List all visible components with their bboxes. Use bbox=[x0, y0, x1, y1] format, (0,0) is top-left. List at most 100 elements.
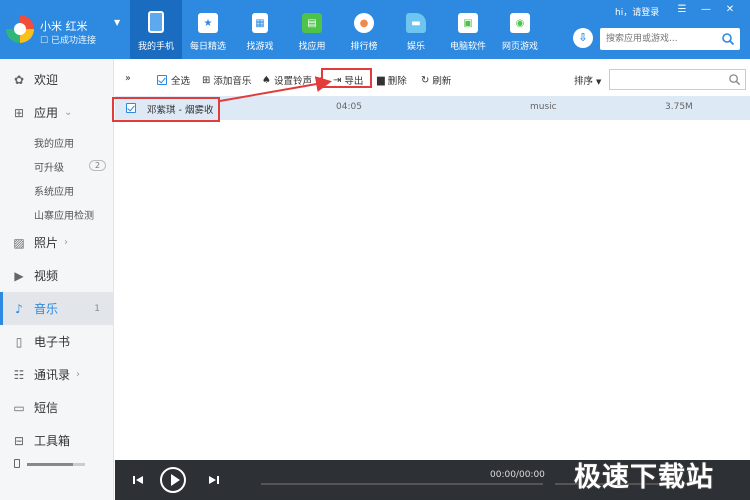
music-note-icon: ♪ bbox=[15, 301, 23, 316]
minimize-icon[interactable]: — bbox=[696, 3, 716, 17]
search-icon[interactable] bbox=[721, 32, 735, 46]
tab-rankings[interactable]: ● 排行榜 bbox=[338, 0, 390, 59]
connected-icon: ☐ bbox=[40, 36, 51, 46]
device-switcher[interactable]: 小米 红米 ☐ 已成功连接 ▼ bbox=[6, 10, 131, 50]
search-icon[interactable] bbox=[728, 73, 741, 86]
sidebar-item-music[interactable]: ♪ 音乐 1 bbox=[0, 292, 114, 325]
sidebar-item-welcome[interactable]: ✿ 欢迎 bbox=[0, 63, 114, 96]
sidebar-item-system-apps[interactable]: 系统应用 bbox=[34, 183, 74, 198]
track-type: music bbox=[530, 102, 557, 112]
refresh-label: 刷新 bbox=[432, 76, 452, 87]
expand-button[interactable]: » bbox=[125, 73, 131, 84]
sidebar-item-label: 应用 bbox=[34, 106, 59, 120]
bag-icon: ▤ bbox=[302, 13, 322, 33]
grid-icon: ⊞ bbox=[13, 105, 25, 120]
set-ringtone-button[interactable]: ♠ 设置铃声 ▼ bbox=[262, 73, 321, 88]
refresh-icon: ↻ bbox=[421, 74, 430, 86]
entertainment-icon: ▬ bbox=[406, 13, 426, 33]
tab-find-games[interactable]: ▦ 找游戏 bbox=[234, 0, 286, 59]
set-ringtone-label: 设置铃声 bbox=[273, 76, 312, 87]
window-controls: ☰ — ✕ bbox=[672, 3, 740, 17]
chevron-down-icon: ▼ bbox=[596, 78, 602, 86]
music-count: 1 bbox=[94, 303, 100, 314]
message-icon: ▭ bbox=[13, 400, 25, 415]
sidebar-item-contacts[interactable]: ☷ 通讯录 › bbox=[0, 358, 114, 391]
sidebar: ✿ 欢迎 ⊞ 应用 ⌄ 我的应用 可升级 2 系统应用 山寨应用检测 ▨ 照片 › ▶ 视频… bbox=[0, 59, 114, 500]
search-box bbox=[600, 28, 740, 50]
tab-my-phone[interactable]: 我的手机 bbox=[130, 0, 182, 59]
tab-pc-software[interactable]: ▣ 电脑软件 bbox=[442, 0, 494, 59]
sort-label: 排序 bbox=[574, 76, 594, 87]
monitor-icon: ▣ bbox=[458, 13, 478, 33]
next-track-icon[interactable] bbox=[207, 473, 221, 487]
close-icon[interactable]: ✕ bbox=[720, 3, 740, 17]
select-all-label: 全选 bbox=[171, 76, 191, 87]
sidebar-item-ebooks[interactable]: ▯ 电子书 bbox=[0, 325, 114, 358]
sidebar-item-label: 电子书 bbox=[34, 335, 71, 349]
star-calendar-icon: ★ bbox=[198, 13, 218, 33]
gamepad-icon: ▦ bbox=[252, 13, 268, 33]
track-duration: 04:05 bbox=[336, 102, 362, 112]
sidebar-item-label: 通讯录 bbox=[34, 368, 71, 382]
chevron-down-icon[interactable]: ▼ bbox=[114, 18, 120, 27]
sidebar-item-knockoff-check[interactable]: 山寨应用检测 bbox=[34, 207, 94, 222]
search-input[interactable] bbox=[600, 28, 718, 50]
bell-icon: ♠ bbox=[262, 74, 271, 86]
play-button[interactable] bbox=[160, 467, 186, 493]
login-link[interactable]: hi，请登录 bbox=[615, 5, 659, 18]
export-highlight-box bbox=[321, 68, 372, 88]
track-highlight-box bbox=[112, 97, 220, 122]
select-all-checkbox[interactable]: 全选 bbox=[157, 73, 190, 87]
sidebar-item-label: 欢迎 bbox=[34, 73, 59, 87]
playback-progress-bar[interactable] bbox=[261, 483, 543, 485]
add-music-label: 添加音乐 bbox=[213, 76, 252, 87]
video-icon: ▶ bbox=[14, 268, 24, 283]
track-size: 3.75M bbox=[665, 102, 693, 112]
sidebar-item-my-apps[interactable]: 我的应用 bbox=[34, 135, 74, 150]
tab-entertainment[interactable]: ▬ 娱乐 bbox=[390, 0, 442, 59]
previous-track-icon[interactable] bbox=[131, 473, 145, 487]
checkbox-checked-icon bbox=[157, 75, 167, 85]
sidebar-item-label: 工具箱 bbox=[34, 434, 71, 448]
tab-label: 娱乐 bbox=[406, 42, 425, 52]
chevron-right-icon: › bbox=[76, 369, 81, 380]
sidebar-item-label: 音乐 bbox=[34, 302, 59, 316]
storage-bar bbox=[27, 463, 85, 466]
tab-label: 网页游戏 bbox=[501, 42, 538, 52]
tab-label: 每日精选 bbox=[189, 42, 226, 52]
welcome-icon: ✿ bbox=[13, 72, 25, 87]
storage-indicator bbox=[14, 459, 94, 469]
sidebar-item-upgradable[interactable]: 可升级 bbox=[34, 159, 64, 174]
device-name: 小米 红米 bbox=[40, 20, 88, 33]
list-filter-input[interactable] bbox=[609, 69, 746, 90]
tab-find-apps[interactable]: ▤ 找应用 bbox=[286, 0, 338, 59]
phone-icon bbox=[148, 11, 164, 33]
menu-icon[interactable]: ☰ bbox=[672, 3, 692, 17]
connection-status: ☐ 已成功连接 bbox=[40, 33, 96, 46]
image-icon: ▨ bbox=[13, 235, 25, 250]
download-icon[interactable]: ⇩ bbox=[573, 28, 593, 48]
tab-label: 找应用 bbox=[298, 42, 326, 52]
refresh-button[interactable]: ↻ 刷新 bbox=[421, 73, 452, 88]
trash-icon: ▆ bbox=[377, 74, 385, 86]
tab-web-games[interactable]: ◉ 网页游戏 bbox=[494, 0, 546, 59]
medal-icon: ● bbox=[354, 13, 374, 33]
app-logo-icon bbox=[6, 15, 34, 43]
sidebar-item-label: 视频 bbox=[34, 269, 59, 283]
sidebar-item-videos[interactable]: ▶ 视频 bbox=[0, 259, 114, 292]
watermark: 极速下载站 bbox=[574, 462, 714, 493]
sidebar-item-toolbox[interactable]: ⊟ 工具箱 bbox=[0, 424, 114, 457]
connection-status-text: 已成功连接 bbox=[50, 36, 96, 46]
add-music-button[interactable]: ⊞ 添加音乐 bbox=[202, 73, 252, 88]
sidebar-item-photos[interactable]: ▨ 照片 › bbox=[0, 226, 114, 259]
upgradable-count-badge: 2 bbox=[89, 160, 106, 171]
top-bar: 小米 红米 ☐ 已成功连接 ▼ 我的手机 ★ 每日精选 ▦ 找游戏 ▤ 找应用 … bbox=[0, 0, 750, 59]
tab-daily-picks[interactable]: ★ 每日精选 bbox=[182, 0, 234, 59]
sidebar-item-apps[interactable]: ⊞ 应用 ⌄ bbox=[0, 96, 114, 129]
phone-storage-icon bbox=[14, 459, 20, 468]
plus-icon: ⊞ bbox=[202, 74, 211, 86]
sort-dropdown[interactable]: 排序 ▼ bbox=[574, 73, 601, 87]
delete-button[interactable]: ▆ 删除 bbox=[377, 73, 407, 88]
sidebar-item-sms[interactable]: ▭ 短信 bbox=[0, 391, 114, 424]
tab-label: 电脑软件 bbox=[449, 42, 486, 52]
